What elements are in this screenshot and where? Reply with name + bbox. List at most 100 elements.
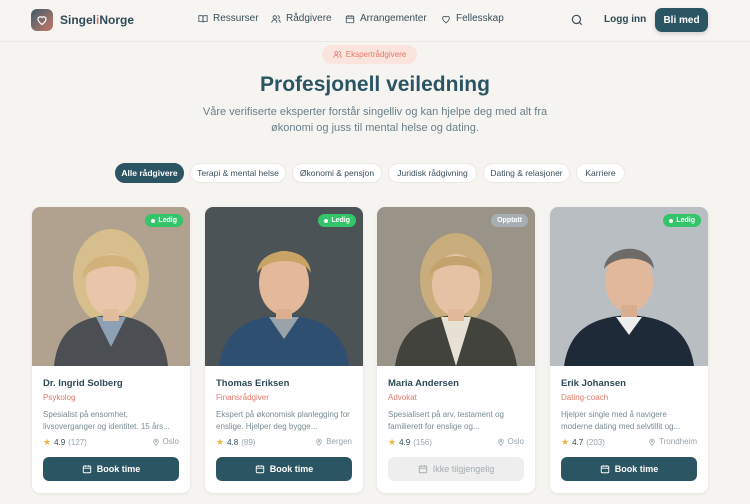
logo[interactable] — [31, 9, 53, 31]
calendar-icon — [600, 465, 609, 474]
calendar-icon — [418, 465, 427, 474]
calendar-icon — [345, 14, 355, 23]
login-link[interactable]: Logg inn — [604, 14, 646, 25]
page-title: Profesjonell veiledning — [260, 73, 490, 96]
advisor-rating: ★ 4.9 (127) — [43, 437, 87, 448]
calendar-icon — [82, 465, 91, 474]
search-icon[interactable] — [570, 13, 584, 27]
location-label: Oslo — [507, 437, 524, 446]
location-label: Bergen — [326, 437, 352, 446]
book-button-label: Book time — [614, 464, 659, 474]
filter-bar: Alle rådgivere Terapi & mental helse Øko… — [0, 163, 750, 183]
status-label: Ledig — [158, 217, 177, 224]
advisor-role: Psykolog — [43, 393, 76, 402]
advisor-location: Trondheim — [648, 437, 697, 446]
filter-chip-all[interactable]: Alle rådgivere — [115, 163, 184, 183]
heart-logo-icon — [37, 16, 47, 26]
status-dot — [151, 218, 156, 223]
rating-value: 4.9 — [54, 438, 66, 447]
users-icon — [333, 51, 342, 58]
advisor-description: Spesialist på ensomhet, livsoverganger o… — [43, 410, 170, 431]
advisor-role: Advokat — [388, 393, 417, 402]
advisor-name: Maria Andersen — [388, 378, 459, 389]
advisor-card[interactable]: Opptatt Maria Andersen Advokat Spesialis… — [377, 207, 535, 493]
filter-chip-therapy[interactable]: Terapi & mental helse — [190, 163, 286, 183]
review-count: (127) — [68, 438, 87, 447]
advisor-rating: ★ 4.8 (89) — [216, 437, 255, 448]
advisor-card[interactable]: Ledig Thomas Eriksen Finansrådgiver Eksp… — [205, 207, 363, 493]
nav-label: Fellesskap — [456, 13, 504, 24]
status-label: Opptatt — [497, 217, 522, 224]
book-button[interactable]: Book time — [43, 457, 179, 481]
advisor-name: Thomas Eriksen — [216, 378, 290, 389]
nav-arrangementer[interactable]: Arrangementer — [345, 13, 427, 24]
advisor-name: Erik Johansen — [561, 378, 626, 389]
advisor-description: Hjelper single med å navigere moderne da… — [561, 410, 681, 431]
advisor-location: Oslo — [497, 437, 524, 446]
filter-chip-economy[interactable]: Økonomi & pensjon — [292, 163, 382, 183]
advisor-description: Ekspert på økonomisk planlegging for ens… — [216, 410, 350, 431]
star-icon: ★ — [216, 437, 225, 447]
heart-icon — [442, 15, 450, 23]
advisor-role: Dating-coach — [561, 393, 609, 402]
brand-part-1: Singel — [60, 13, 97, 27]
review-count: (203) — [586, 438, 605, 447]
brand-part-3: Norge — [99, 13, 135, 27]
nav-ressurser[interactable]: Ressurser — [198, 13, 259, 24]
location-pin-icon — [649, 438, 655, 446]
advisor-name: Dr. Ingrid Solberg — [43, 378, 123, 389]
book-button-label: Ikke tilgjengelig — [432, 464, 495, 474]
review-count: (156) — [413, 438, 432, 447]
filter-chip-career[interactable]: Karriere — [576, 163, 625, 183]
advisor-location: Oslo — [152, 437, 179, 446]
status-dot — [324, 218, 329, 223]
experts-badge: Ekspertrådgivere — [322, 45, 417, 64]
location-label: Trondheim — [659, 437, 697, 446]
nav-label: Arrangementer — [360, 13, 427, 24]
advisor-card[interactable]: Ledig Dr. Ingrid Solberg Psykolog Spesia… — [32, 207, 190, 493]
advisor-description: Spesialisert på arv, testament og famili… — [388, 410, 504, 431]
advisor-photo: Ledig — [550, 207, 708, 366]
advisor-role: Finansrådgiver — [216, 393, 269, 402]
users-icon — [271, 14, 281, 23]
book-button[interactable]: Book time — [561, 457, 697, 481]
book-icon — [198, 14, 208, 22]
rating-value: 4.8 — [227, 438, 239, 447]
nav-radgivere[interactable]: Rådgivere — [271, 13, 332, 24]
advisor-photo: Opptatt — [377, 207, 535, 366]
advisor-photo: Ledig — [32, 207, 190, 366]
star-icon: ★ — [561, 437, 570, 447]
advisor-location: Bergen — [315, 437, 352, 446]
location-pin-icon — [316, 438, 322, 446]
location-pin-icon — [497, 438, 504, 446]
rating-value: 4.9 — [399, 438, 411, 447]
page-subtitle: Våre verifiserte eksperter forstår singe… — [202, 106, 548, 134]
advisor-rating: ★ 4.7 (203) — [561, 437, 605, 448]
location-pin-icon — [152, 438, 159, 446]
location-label: Oslo — [162, 437, 179, 446]
calendar-icon — [255, 465, 264, 474]
advisor-card[interactable]: Ledig Erik Johansen Dating-coach Hjelper… — [550, 207, 708, 493]
nav-label: Ressurser — [213, 13, 259, 24]
star-icon: ★ — [43, 437, 52, 447]
review-count: (89) — [241, 438, 256, 447]
nav-label: Rådgivere — [286, 13, 332, 24]
advisor-rating: ★ 4.9 (156) — [388, 437, 432, 448]
book-button[interactable]: Book time — [216, 457, 352, 481]
status-label: Ledig — [676, 217, 695, 224]
brand-name[interactable]: SingeliNorge — [60, 13, 134, 27]
filter-chip-dating[interactable]: Dating & relasjoner — [483, 163, 570, 183]
book-button-label: Book time — [96, 464, 141, 474]
nav-fellesskap[interactable]: Fellesskap — [441, 13, 504, 24]
badge-label: Ekspertrådgivere — [345, 50, 407, 59]
rating-value: 4.7 — [572, 438, 584, 447]
status-badge: Ledig — [318, 214, 356, 227]
advisor-photo: Ledig — [205, 207, 363, 366]
filter-chip-legal[interactable]: Juridisk rådgivning — [388, 163, 477, 183]
unavailable-button[interactable]: Ikke tilgjengelig — [388, 457, 524, 481]
status-badge: Opptatt — [491, 214, 528, 227]
book-button-label: Book time — [269, 464, 314, 474]
site-header: SingeliNorge Ressurser Rådgivere Arrange… — [0, 0, 750, 42]
status-label: Ledig — [331, 217, 350, 224]
join-button[interactable]: Bli med — [655, 8, 708, 32]
